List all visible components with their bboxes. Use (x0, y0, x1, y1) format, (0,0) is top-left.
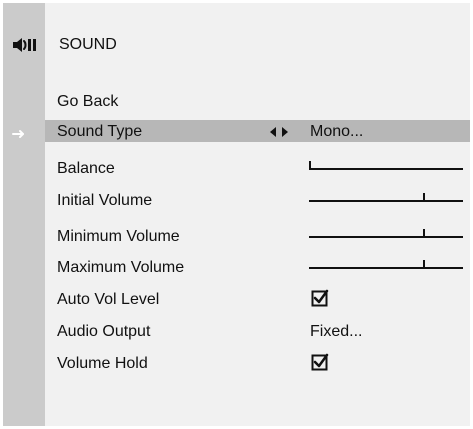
menu-item-volume-hold[interactable]: Volume Hold (0, 352, 473, 374)
menu-item-label: Volume Hold (57, 355, 148, 372)
slider-thumb[interactable] (423, 193, 425, 202)
menu-item-audio-output[interactable]: Audio Output Fixed... (0, 320, 473, 342)
slider-track (309, 200, 463, 202)
audio-output-value[interactable]: Fixed... (310, 323, 362, 341)
sound-type-value[interactable]: Mono... (310, 123, 363, 141)
slider-track (309, 236, 463, 238)
menu-item-label: Audio Output (57, 323, 151, 340)
menu-item-label: Auto Vol Level (57, 291, 160, 308)
speaker-icon (11, 36, 39, 54)
menu-item-label: Go Back (57, 93, 119, 110)
volume-hold-checkbox[interactable] (311, 353, 329, 371)
page-title: SOUND (59, 36, 117, 53)
menu-item-go-back[interactable]: Go Back (0, 90, 473, 112)
slider-track (309, 168, 463, 170)
selection-arrow-icon (12, 126, 26, 138)
slider-thumb[interactable] (423, 260, 425, 269)
auto-vol-level-checkbox[interactable] (311, 289, 329, 307)
menu-item-sound-type[interactable]: Sound Type Mono... (0, 120, 473, 142)
menu-item-label: Balance (57, 160, 115, 177)
initial-volume-slider[interactable] (309, 193, 463, 207)
menu-item-auto-vol-level[interactable]: Auto Vol Level (0, 288, 473, 310)
menu-item-label: Maximum Volume (57, 259, 185, 276)
slider-thumb[interactable] (423, 229, 425, 238)
maximum-volume-slider[interactable] (309, 260, 463, 274)
slider-thumb[interactable] (309, 161, 311, 170)
menu-item-label: Initial Volume (57, 192, 153, 209)
menu-item-label: Sound Type (57, 123, 143, 140)
balance-slider[interactable] (309, 161, 463, 175)
slider-track (309, 267, 463, 269)
left-right-arrows-icon[interactable] (268, 125, 292, 137)
menu-item-label: Minimum Volume (57, 228, 180, 245)
minimum-volume-slider[interactable] (309, 229, 463, 243)
